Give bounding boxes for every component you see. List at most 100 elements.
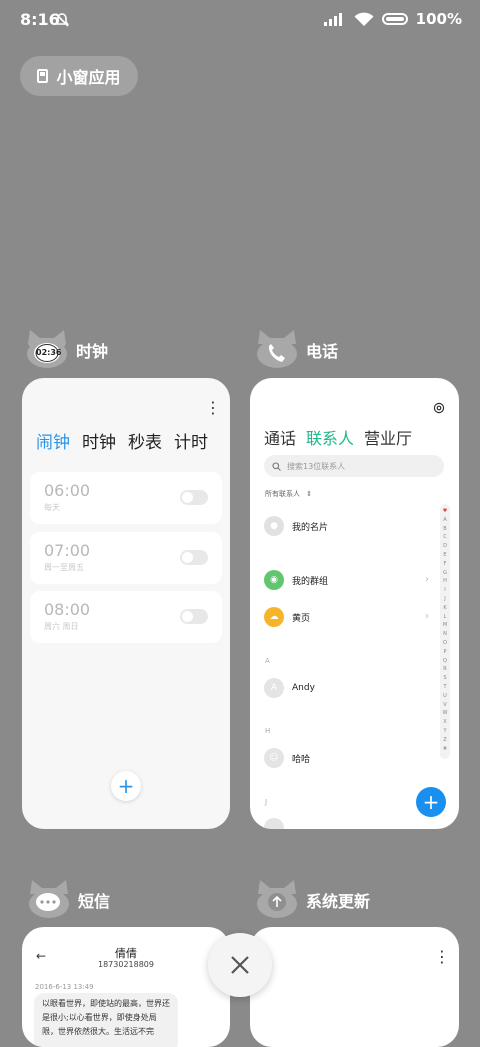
- sort-icon: ⇕: [306, 490, 313, 498]
- tab-clock[interactable]: 时钟: [82, 428, 116, 453]
- update-app-card[interactable]: ⋮: [250, 927, 459, 1047]
- index-letter: C: [443, 534, 447, 541]
- alarm-toggle[interactable]: [180, 490, 208, 505]
- app-header-sms: 短信: [26, 880, 110, 920]
- index-letter: P: [443, 648, 447, 655]
- index-letter: G: [443, 569, 447, 576]
- phone-app-icon: [254, 330, 300, 370]
- index-letter: F: [443, 560, 447, 567]
- phone-app-card[interactable]: 通话 联系人 营业厅 搜索13位联系人 所有联系人 ⇕ ● 我的名片 ◉ 我的群…: [250, 378, 459, 829]
- chevron-right-icon: ›: [425, 574, 429, 585]
- alarm-repeat: 周六 周日: [44, 622, 79, 631]
- more-icon[interactable]: ⋮: [434, 949, 450, 965]
- index-letter: X: [443, 719, 447, 726]
- yellow-pages-icon: ☁: [264, 607, 284, 627]
- chevron-right-icon: ›: [425, 611, 429, 622]
- alarm-repeat: 周一至周五: [44, 563, 84, 572]
- alphabet-index[interactable]: ♥ A B C D E F G H I J K L M N O P Q R S …: [440, 504, 450, 759]
- index-letter: T: [443, 683, 447, 690]
- bell-muted-icon: [54, 13, 70, 27]
- add-contact-button[interactable]: +: [416, 787, 446, 817]
- index-heart: ♥: [442, 508, 448, 514]
- clock-app-icon: 02:36: [24, 330, 70, 370]
- index-letter: I: [444, 587, 446, 594]
- index-letter: Y: [443, 727, 447, 734]
- clock-icon-time: 02:36: [36, 348, 62, 357]
- contact-filter-label: 所有联系人: [265, 490, 300, 498]
- floating-window-label: 小窗应用: [56, 68, 121, 87]
- contact-row[interactable]: ☺ 哈哈: [264, 748, 310, 768]
- contact-name: Andy: [292, 683, 315, 693]
- contact-avatar-icon: ☺: [264, 748, 284, 768]
- contact-row[interactable]: A Andy: [264, 678, 315, 698]
- my-card-label: 我的名片: [292, 522, 329, 533]
- contact-avatar-icon: [264, 818, 284, 829]
- index-letter: W: [442, 710, 448, 717]
- app-header-clock: 02:36 时钟: [24, 330, 108, 370]
- add-alarm-button[interactable]: +: [111, 771, 141, 801]
- sms-message-bubble: 以眼看世界，即使站的最高，世界还是很小;以心看世界，即使身处局限，世界依然很大。…: [34, 993, 178, 1047]
- index-letter: D: [443, 543, 447, 550]
- index-letter: E: [443, 551, 447, 558]
- index-letter: R: [443, 666, 447, 673]
- index-letter: B: [443, 525, 447, 532]
- floating-window-apps-button[interactable]: 小窗应用: [20, 56, 138, 96]
- index-letter: U: [443, 692, 447, 699]
- index-letter: L: [443, 613, 447, 620]
- search-icon: [272, 461, 281, 471]
- signal-icon: [323, 13, 342, 26]
- contact-name: 哈哈: [292, 754, 311, 765]
- sms-contact-number: 18730218809: [98, 960, 154, 969]
- alarm-toggle[interactable]: [180, 550, 208, 565]
- tab-service-hall[interactable]: 营业厅: [364, 425, 412, 449]
- index-letter: Q: [443, 657, 447, 664]
- contact-filter-dropdown[interactable]: 所有联系人 ⇕: [265, 489, 312, 499]
- alarm-time: 08:00: [44, 600, 91, 619]
- index-letter: Z: [443, 736, 447, 743]
- alarm-time: 06:00: [44, 481, 91, 500]
- tab-timer[interactable]: 计时: [174, 428, 208, 453]
- group-icon: ◉: [264, 570, 284, 590]
- section-header: H: [265, 727, 271, 735]
- alarm-item[interactable]: 06:00 每天: [30, 472, 222, 524]
- app-header-update: 系统更新: [254, 880, 370, 920]
- index-letter: A: [443, 516, 447, 523]
- sms-app-card[interactable]: ← 倩倩 18730218809 2016-6-13 13:49 以眼看世界，即…: [22, 927, 230, 1047]
- sms-date: 2016-6-13 13:49: [35, 983, 94, 991]
- section-header: J: [265, 798, 268, 806]
- yellow-pages-label: 黄页: [292, 613, 311, 624]
- battery-icon: [381, 13, 408, 25]
- settings-icon[interactable]: [433, 402, 445, 414]
- index-letter: V: [443, 701, 447, 708]
- search-placeholder: 搜索13位联系人: [287, 461, 346, 471]
- index-letter: #: [442, 745, 448, 752]
- close-all-button[interactable]: [208, 933, 272, 997]
- index-letter: N: [443, 631, 447, 638]
- clock-app-card[interactable]: ⋮ 闹钟 时钟 秒表 计时 06:00 每天 07:00 周一至周五 08:00…: [22, 378, 230, 829]
- alarm-toggle[interactable]: [180, 609, 208, 624]
- tab-contacts[interactable]: 联系人: [306, 425, 354, 449]
- floating-window-icon: [37, 69, 49, 83]
- close-icon: [231, 956, 249, 974]
- tab-stopwatch[interactable]: 秒表: [128, 428, 162, 453]
- index-letter: H: [443, 578, 447, 585]
- contact-search-input[interactable]: 搜索13位联系人: [264, 455, 444, 477]
- sms-app-icon: [26, 880, 72, 920]
- my-card-row[interactable]: ● 我的名片: [264, 516, 328, 536]
- contact-row[interactable]: [264, 818, 284, 829]
- section-header: A: [265, 657, 270, 665]
- index-letter: M: [442, 622, 448, 629]
- update-app-name: 系统更新: [306, 892, 371, 911]
- my-groups-row[interactable]: ◉ 我的群组: [264, 570, 328, 590]
- sms-app-name: 短信: [78, 892, 111, 911]
- tab-alarm[interactable]: 闹钟: [36, 428, 70, 453]
- status-indicators: 100%: [323, 10, 462, 28]
- index-letter: K: [443, 604, 447, 611]
- alarm-item[interactable]: 08:00 周六 周日: [30, 591, 222, 643]
- tab-calls[interactable]: 通话: [264, 425, 296, 449]
- alarm-item[interactable]: 07:00 周一至周五: [30, 532, 222, 584]
- status-bar: 8:16 100%: [0, 0, 480, 40]
- more-icon[interactable]: ⋮: [205, 400, 221, 416]
- yellow-pages-row[interactable]: ☁ 黄页: [264, 607, 310, 627]
- index-letter: S: [443, 675, 447, 682]
